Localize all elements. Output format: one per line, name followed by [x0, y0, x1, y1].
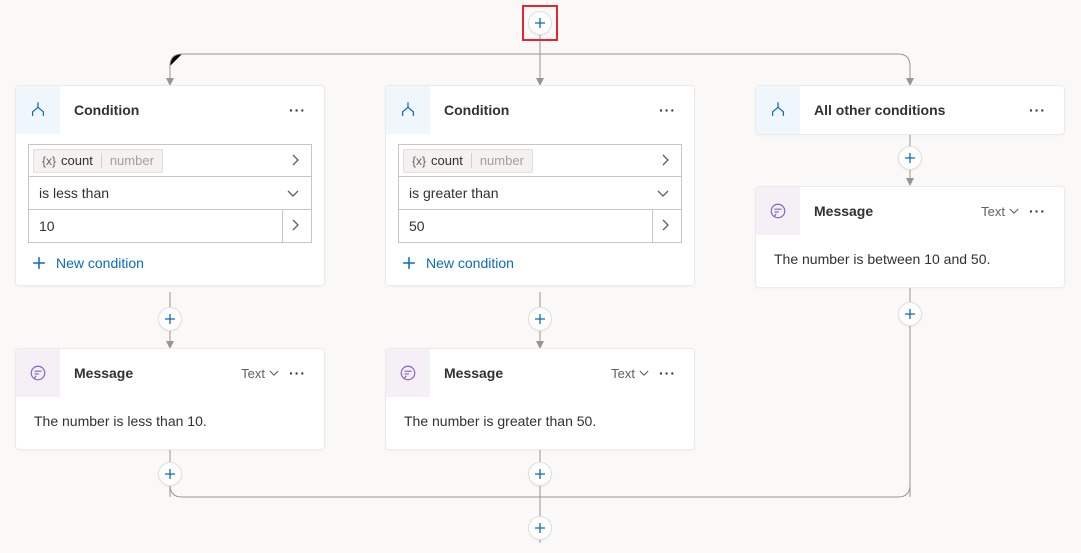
- operator-text: is greater than: [399, 185, 651, 201]
- condition-operator-field[interactable]: is greater than: [398, 177, 682, 210]
- chevron-down-icon: [269, 370, 279, 377]
- chevron-down-icon[interactable]: [281, 185, 305, 201]
- condition-title: Condition: [74, 102, 285, 118]
- variable-type: number: [471, 153, 524, 168]
- chevron-right-icon[interactable]: [655, 218, 675, 234]
- branch-icon: [386, 86, 430, 134]
- message-card-left: Message Text ··· The number is less than…: [15, 348, 325, 450]
- add-step-button[interactable]: [158, 307, 182, 331]
- condition-menu-button[interactable]: ···: [1025, 98, 1050, 122]
- chevron-right-icon[interactable]: [285, 218, 305, 234]
- message-type-label: Text: [981, 204, 1005, 219]
- message-menu-button[interactable]: ···: [1025, 199, 1050, 223]
- new-condition-button[interactable]: New condition: [398, 255, 682, 271]
- condition-card-middle: Condition ··· {x} count number is greate…: [385, 85, 695, 286]
- message-card-right: Message Text ··· The number is between 1…: [755, 186, 1065, 288]
- add-step-button[interactable]: [528, 307, 552, 331]
- add-step-button[interactable]: [898, 146, 922, 170]
- condition-header[interactable]: All other conditions ···: [756, 86, 1064, 134]
- condition-title: Condition: [444, 102, 655, 118]
- branch-icon: [16, 86, 60, 134]
- condition-variable-field[interactable]: {x} count number: [398, 144, 682, 177]
- condition-header[interactable]: Condition ···: [386, 86, 694, 134]
- plus-icon: [32, 256, 46, 270]
- message-card-middle: Message Text ··· The number is greater t…: [385, 348, 695, 450]
- condition-variable-field[interactable]: {x} count number: [28, 144, 312, 177]
- add-step-button[interactable]: [528, 462, 552, 486]
- new-condition-label: New condition: [426, 255, 514, 271]
- message-type-selector[interactable]: Text: [241, 366, 279, 381]
- variable-icon: {x}: [42, 154, 56, 168]
- chevron-right-icon[interactable]: [285, 153, 305, 169]
- variable-chip: {x} count number: [33, 149, 163, 173]
- value-text: 10: [29, 218, 280, 234]
- message-body[interactable]: The number is less than 10.: [16, 397, 324, 449]
- add-step-button[interactable]: [898, 302, 922, 326]
- message-header[interactable]: Message Text ···: [386, 349, 694, 397]
- message-title: Message: [814, 203, 981, 219]
- branch-icon: [756, 86, 800, 134]
- condition-header[interactable]: Condition ···: [16, 86, 324, 134]
- chevron-down-icon: [1009, 208, 1019, 215]
- variable-name: count: [61, 153, 93, 168]
- new-condition-label: New condition: [56, 255, 144, 271]
- message-title: Message: [444, 365, 611, 381]
- condition-operator-field[interactable]: is less than: [28, 177, 312, 210]
- chevron-down-icon: [639, 370, 649, 377]
- message-body[interactable]: The number is between 10 and 50.: [756, 235, 1064, 287]
- condition-card-right: All other conditions ···: [755, 85, 1065, 135]
- add-step-button[interactable]: [158, 462, 182, 486]
- message-header[interactable]: Message Text ···: [16, 349, 324, 397]
- message-type-selector[interactable]: Text: [611, 366, 649, 381]
- condition-title: All other conditions: [814, 102, 1025, 118]
- variable-icon: {x}: [412, 154, 426, 168]
- message-type-label: Text: [241, 366, 265, 381]
- message-menu-button[interactable]: ···: [285, 361, 310, 385]
- condition-card-left: Condition ··· {x} count number is less t…: [15, 85, 325, 286]
- message-body[interactable]: The number is greater than 50.: [386, 397, 694, 449]
- plus-icon: [402, 256, 416, 270]
- condition-value-field[interactable]: 50: [398, 210, 682, 243]
- add-step-top-button[interactable]: [528, 11, 552, 35]
- condition-menu-button[interactable]: ···: [655, 98, 680, 122]
- message-icon: [16, 349, 60, 397]
- chevron-right-icon[interactable]: [655, 153, 675, 169]
- variable-name: count: [431, 153, 463, 168]
- message-icon: [386, 349, 430, 397]
- new-condition-button[interactable]: New condition: [28, 255, 312, 271]
- message-type-selector[interactable]: Text: [981, 204, 1019, 219]
- condition-value-field[interactable]: 10: [28, 210, 312, 243]
- message-type-label: Text: [611, 366, 635, 381]
- message-title: Message: [74, 365, 241, 381]
- add-step-bottom-button[interactable]: [528, 516, 552, 540]
- variable-chip: {x} count number: [403, 149, 533, 173]
- variable-type: number: [101, 153, 154, 168]
- message-icon: [756, 187, 800, 235]
- condition-menu-button[interactable]: ···: [285, 98, 310, 122]
- message-header[interactable]: Message Text ···: [756, 187, 1064, 235]
- value-text: 50: [399, 218, 650, 234]
- operator-text: is less than: [29, 185, 281, 201]
- chevron-down-icon[interactable]: [651, 185, 675, 201]
- message-menu-button[interactable]: ···: [655, 361, 680, 385]
